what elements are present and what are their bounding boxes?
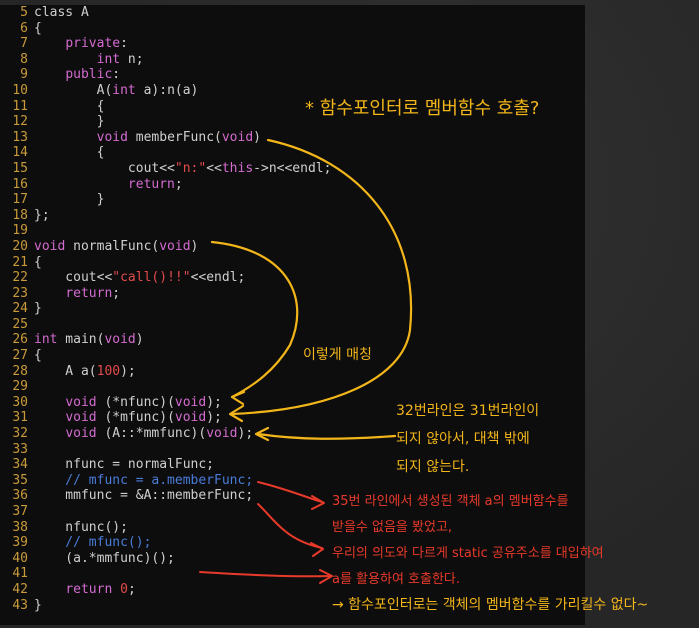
annotation-red-3: 우리의 의도와 다르게 static 공유주소를 대입하여 [332,546,604,561]
annotation-line32-3: 되지 않는다. [396,459,470,475]
yellow-arrow-normalfunc [210,240,299,399]
annotation-mapping: 이렇게 매칭 [303,347,372,363]
annotation-title: * 함수포인터로 멤버함수 호출? [305,98,540,119]
annotation-line32-2: 되지 않아서, 대책 밖에 [396,431,530,447]
red-arrowhead-1 [311,495,325,510]
annotation-red-4: a를 활용하여 호출한다. [332,572,461,587]
red-arrow-1 [257,481,323,503]
yellow-arrowhead-1 [230,390,246,406]
yellow-arrow-note [256,432,397,440]
annotation-red-2: 받을수 없음을 봤었고, [332,520,453,535]
red-arrowhead-2 [310,542,324,557]
red-arrow-3 [199,571,331,578]
annotation-line32-1: 32번라인은 31번라인이 [396,403,540,419]
red-arrow-2 [257,503,323,549]
annotation-red-1: 35번 라인에서 생성된 객체 a의 멤버함수를 [332,494,569,509]
annotation-conclusion: → 함수포인터로는 객체의 멤버함수를 가리킬수 없다~ [332,597,649,613]
yellow-arrow-memberfunc [230,138,413,416]
